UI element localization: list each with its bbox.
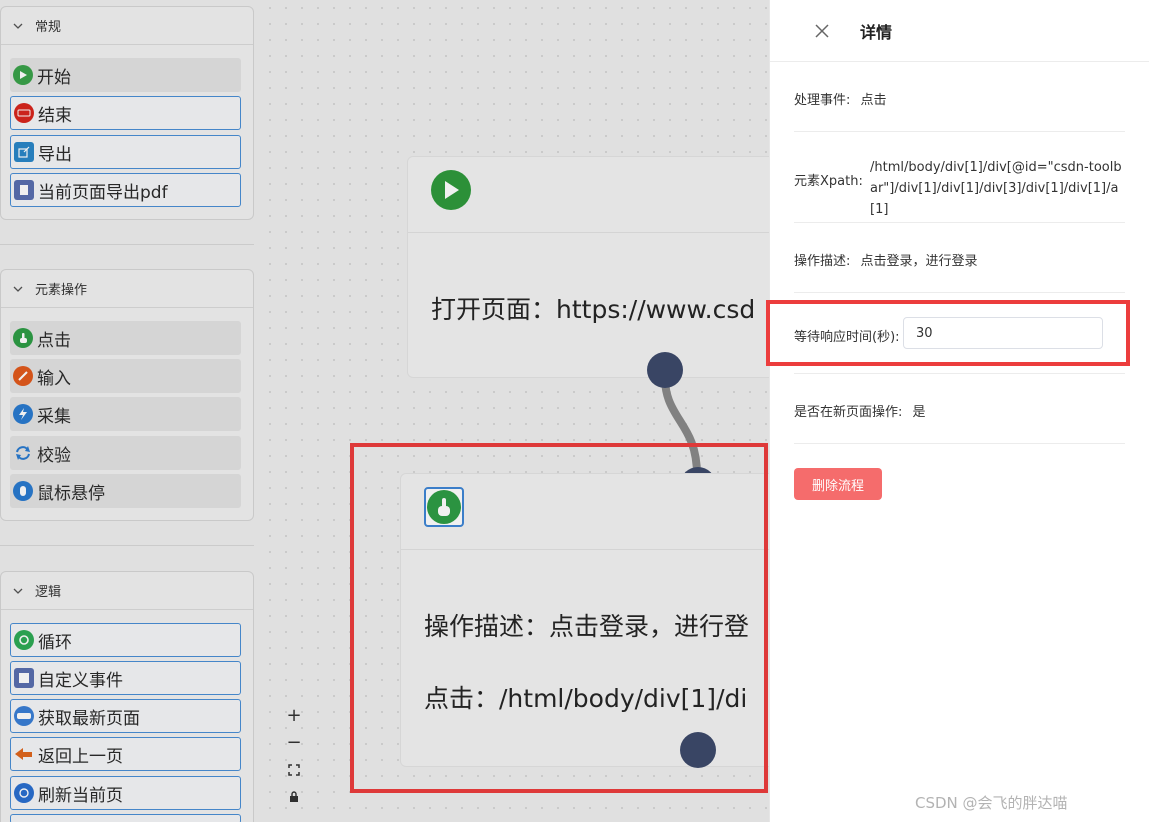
sidebar-item-label: 自定义事件: [38, 670, 123, 691]
drawer-title: 详情: [860, 22, 893, 42]
desc-value: 点击登录，进行登录: [860, 254, 978, 269]
play-icon: [431, 170, 471, 210]
sidebar-item-label: 当前页面导出pdf: [38, 182, 168, 203]
sidebar-item-label: 点击: [37, 330, 71, 351]
node-output-handle[interactable]: [647, 352, 683, 388]
drawer-header: 详情: [770, 0, 1149, 62]
sidebar-item-label: 返回上一页: [38, 746, 123, 767]
sidebar-item-end[interactable]: 结束: [10, 96, 241, 130]
group-header-element-ops[interactable]: 元素操作: [1, 270, 253, 308]
highlight-box: [350, 443, 768, 793]
sidebar-item-label: 循环: [38, 632, 72, 653]
group-header-general[interactable]: 常规: [1, 7, 253, 45]
pencil-icon: [13, 366, 33, 386]
sidebar-item-go-back[interactable]: 返回上一页: [10, 737, 241, 771]
sidebar-item-label: 输入: [37, 368, 71, 389]
mouse-hover-icon: [13, 481, 33, 501]
fit-view-icon[interactable]: [282, 756, 306, 783]
chevron-down-icon: [13, 21, 23, 31]
detail-row-newpage: 是否在新页面操作: 是: [794, 401, 1125, 420]
highlight-box: [766, 300, 1130, 366]
sidebar-item-label: 结束: [38, 105, 72, 126]
divider: [794, 373, 1125, 374]
sidebar-item-partial[interactable]: [10, 814, 241, 822]
watermark: CSDN @会飞的胖达喵: [915, 794, 1068, 812]
delete-flow-button[interactable]: 删除流程: [794, 468, 882, 500]
custom-event-icon: [14, 668, 34, 688]
xpath-label: 元素Xpath:: [794, 174, 863, 189]
sidebar-item-label: 获取最新页面: [38, 708, 140, 729]
sidebar-item-verify[interactable]: 校验: [10, 436, 241, 470]
close-icon[interactable]: [812, 21, 832, 41]
chevron-down-icon: [13, 586, 23, 596]
divider: [794, 443, 1125, 444]
newpage-value: 是: [912, 405, 926, 420]
flow-canvas[interactable]: 打开页面：https://www.csd 操作描述：点击登录，进行登 点击：/h…: [262, 0, 769, 822]
divider: [794, 222, 1125, 223]
pdf-icon: [14, 180, 34, 200]
sidebar-item-refresh[interactable]: 刷新当前页: [10, 776, 241, 810]
lightning-icon: [13, 404, 33, 424]
group-title: 元素操作: [35, 283, 88, 298]
refresh-icon: [14, 783, 34, 803]
sidebar-item-start[interactable]: 开始: [10, 58, 241, 92]
sidebar-item-collect[interactable]: 采集: [10, 397, 241, 431]
sidebar-item-label: 鼠标悬停: [37, 483, 105, 504]
sidebar-item-latest-page[interactable]: 获取最新页面: [10, 699, 241, 733]
zoom-in-button[interactable]: +: [282, 702, 306, 729]
divider: [0, 545, 254, 546]
component-sidebar: 常规 开始 结束 导出 当前页面导出pdf 元素操作 点击 输入 采集 校验 鼠…: [0, 0, 262, 822]
event-label: 处理事件:: [794, 93, 851, 108]
export-icon: [14, 142, 34, 162]
sidebar-item-label: 导出: [38, 144, 72, 165]
sidebar-item-loop[interactable]: 循环: [10, 623, 241, 657]
zoom-controls: + −: [282, 702, 306, 812]
detail-row-event: 处理事件: 点击: [794, 89, 1125, 108]
sidebar-item-export-pdf[interactable]: 当前页面导出pdf: [10, 173, 241, 207]
zoom-out-button[interactable]: −: [282, 729, 306, 756]
detail-drawer: 详情 处理事件: 点击 元素Xpath: /html/body/div[1]/d…: [769, 0, 1149, 822]
play-icon: [13, 65, 33, 85]
sidebar-item-label: 刷新当前页: [38, 785, 123, 806]
desc-label: 操作描述:: [794, 254, 851, 269]
sync-icon: [13, 443, 33, 463]
newpage-label: 是否在新页面操作:: [794, 405, 903, 420]
hand-pointer-icon: [13, 328, 33, 348]
sidebar-item-label: 采集: [37, 406, 71, 427]
sidebar-item-label: 校验: [37, 445, 71, 466]
end-icon: [14, 103, 34, 123]
back-arrow-icon: [14, 744, 34, 764]
sidebar-item-input[interactable]: 输入: [10, 359, 241, 393]
group-title: 常规: [35, 20, 62, 35]
divider: [794, 292, 1125, 293]
sidebar-item-label: 开始: [37, 67, 71, 88]
sidebar-item-custom-event[interactable]: 自定义事件: [10, 661, 241, 695]
loop-icon: [14, 630, 34, 650]
sidebar-item-click[interactable]: 点击: [10, 321, 241, 355]
divider: [0, 244, 254, 245]
sidebar-item-export[interactable]: 导出: [10, 135, 241, 169]
detail-row-description: 操作描述: 点击登录，进行登录: [794, 250, 1125, 269]
lock-icon[interactable]: [282, 783, 306, 810]
group-title: 逻辑: [35, 585, 62, 600]
event-value: 点击: [860, 93, 887, 108]
node-open-page-text: 打开页面：https://www.csd: [431, 295, 756, 324]
detail-row-xpath: 元素Xpath: /html/body/div[1]/div[@id="csdn…: [794, 157, 1125, 217]
chevron-down-icon: [13, 284, 23, 294]
divider: [794, 131, 1125, 132]
sidebar-item-hover[interactable]: 鼠标悬停: [10, 474, 241, 508]
xpath-value: /html/body/div[1]/div[@id="csdn-toolbar"…: [870, 160, 1122, 217]
group-header-logic[interactable]: 逻辑: [1, 572, 253, 610]
new-badge-icon: [14, 706, 34, 726]
